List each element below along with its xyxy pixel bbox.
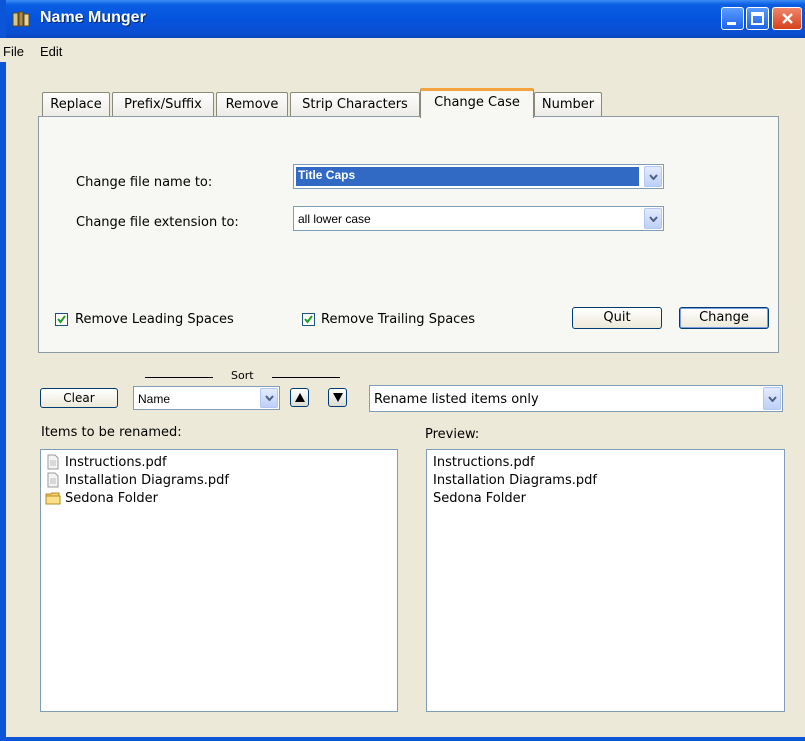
folder-icon (45, 492, 61, 505)
checkmark-icon (57, 315, 66, 324)
sort-ascending-button[interactable] (290, 388, 309, 407)
triangle-down-icon (333, 393, 343, 402)
maximize-button[interactable] (746, 7, 769, 30)
close-icon (782, 13, 793, 24)
item-name: Sedona Folder (65, 490, 158, 506)
list-item[interactable]: Instructions.pdf (45, 453, 167, 471)
list-item[interactable]: Sedona Folder (45, 489, 158, 507)
file-name-case-select[interactable]: Title Caps (293, 164, 664, 189)
change-button[interactable]: Change (679, 307, 769, 329)
quit-button[interactable]: Quit (572, 307, 662, 329)
menu-file[interactable]: File (3, 44, 24, 59)
file-name-dropdown-button[interactable] (644, 166, 662, 187)
checkmark-icon (304, 315, 313, 324)
file-extension-dropdown-button[interactable] (644, 208, 662, 229)
remove-trailing-spaces-label[interactable]: Remove Trailing Spaces (321, 312, 475, 327)
items-to-rename-list[interactable]: Instructions.pdf Installation Diagrams.p… (40, 449, 398, 712)
document-icon (47, 454, 59, 470)
preview-label: Preview: (425, 427, 480, 442)
menu-edit[interactable]: Edit (40, 44, 62, 59)
triangle-up-icon (295, 393, 305, 402)
chevron-down-icon (649, 215, 658, 222)
close-button[interactable] (772, 7, 802, 30)
minimize-button[interactable] (721, 7, 744, 30)
list-item: Sedona Folder (433, 490, 526, 506)
tab-strip-characters[interactable]: Strip Characters (290, 92, 420, 117)
rename-scope-select[interactable]: Rename listed items only (369, 385, 783, 412)
rename-scope-value: Rename listed items only (374, 392, 539, 407)
item-name: Instructions.pdf (65, 454, 167, 470)
file-extension-label: Change file extension to: (76, 215, 239, 230)
menu-bar (0, 38, 805, 62)
tab-remove[interactable]: Remove (216, 92, 288, 117)
list-item: Instructions.pdf (433, 454, 535, 470)
tab-replace[interactable]: Replace (42, 92, 110, 117)
remove-leading-spaces-label[interactable]: Remove Leading Spaces (75, 312, 234, 327)
sort-label: Sort (231, 369, 254, 382)
sort-divider-left (145, 377, 213, 378)
preview-list[interactable]: Instructions.pdf Installation Diagrams.p… (426, 449, 785, 712)
tab-prefix-suffix[interactable]: Prefix/Suffix (112, 92, 214, 117)
remove-leading-spaces-checkbox[interactable] (55, 313, 68, 326)
tab-change-case[interactable]: Change Case (420, 88, 534, 118)
rename-scope-dropdown-button[interactable] (763, 387, 781, 410)
sort-divider-right (272, 377, 340, 378)
item-name: Installation Diagrams.pdf (65, 472, 229, 488)
sort-dropdown-button[interactable] (260, 388, 278, 408)
app-icon (12, 11, 30, 27)
chevron-down-icon (265, 395, 274, 401)
document-icon (47, 472, 59, 488)
clear-button[interactable]: Clear (40, 388, 118, 408)
chevron-down-icon (768, 395, 777, 402)
list-item: Installation Diagrams.pdf (433, 472, 597, 488)
window-title: Name Munger (40, 9, 146, 26)
sort-descending-button[interactable] (328, 388, 347, 407)
list-item[interactable]: Installation Diagrams.pdf (45, 471, 229, 489)
sort-field-select[interactable]: Name (133, 386, 280, 410)
items-to-rename-label: Items to be renamed: (41, 425, 182, 440)
title-bar[interactable]: Name Munger (6, 0, 805, 38)
sort-field-value: Name (138, 392, 171, 406)
remove-trailing-spaces-checkbox[interactable] (302, 313, 315, 326)
chevron-down-icon (649, 173, 658, 180)
file-extension-case-value: all lower case (298, 212, 371, 226)
tab-number[interactable]: Number (534, 92, 602, 117)
maximize-icon (751, 12, 764, 25)
minimize-icon (727, 22, 736, 25)
file-name-label: Change file name to: (76, 175, 213, 190)
file-extension-case-select[interactable]: all lower case (293, 206, 664, 231)
file-name-case-value: Title Caps (296, 167, 639, 186)
